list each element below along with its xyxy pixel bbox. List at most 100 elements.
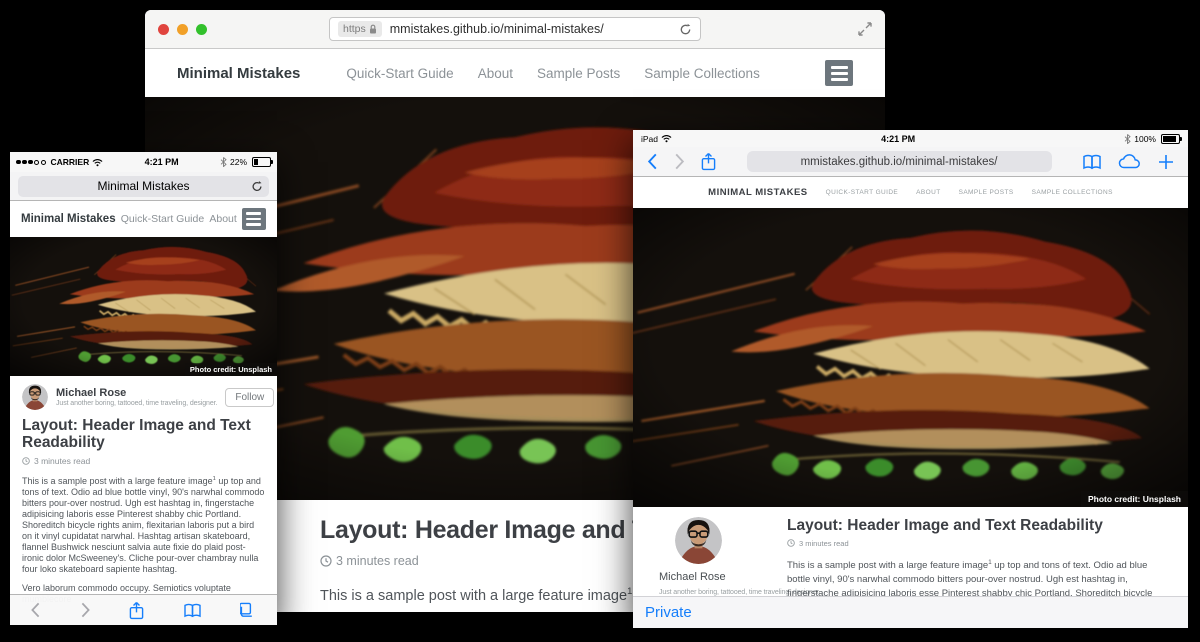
clock-icon [787, 539, 795, 547]
author-name: Michael Rose [56, 387, 217, 401]
battery-percent: 100% [1134, 134, 1156, 144]
safari-toolbar: mmistakes.github.io/minimal-mistakes/ [633, 147, 1188, 177]
battery-percent: 22% [230, 157, 247, 167]
paragraph-text: up top and tons of text. Odio ad blue bo… [22, 476, 264, 574]
address-bar[interactable]: mmistakes.github.io/minimal-mistakes/ [747, 151, 1052, 172]
safari-urlbar: Minimal Mistakes [10, 172, 277, 201]
zoom-window-button[interactable] [196, 24, 207, 35]
site-masthead: Minimal Mistakes Quick-Start Guide About [10, 201, 277, 237]
header-feature-image: Photo credit: Unsplash [633, 208, 1188, 507]
resize-arrows-icon[interactable] [858, 22, 872, 36]
article-paragraph: This is a sample post with a large featu… [22, 474, 265, 575]
bookmarks-icon[interactable] [1082, 154, 1102, 170]
iphone-status-bar: CARRIER 4:21 PM 22% [10, 152, 277, 172]
nav-link-about[interactable]: About [209, 213, 236, 225]
back-icon[interactable] [30, 602, 41, 618]
photo-credit-overlay: Photo credit: Unsplash [1081, 491, 1188, 507]
avatar [675, 517, 722, 564]
dried-leaves-photo [10, 237, 277, 376]
clock-icon [22, 457, 30, 465]
lock-icon [369, 24, 377, 34]
article-body: Michael Rose Just another boring, tattoo… [633, 507, 1188, 607]
nav-link-quick-start[interactable]: QUICK-START GUIDE [826, 189, 899, 196]
hamburger-menu-icon[interactable] [825, 60, 853, 86]
nav-link-sample-posts[interactable]: SAMPLE POSTS [959, 189, 1014, 196]
bluetooth-icon [220, 157, 227, 167]
article-body: Michael Rose Just another boring, tattoo… [10, 376, 277, 605]
https-badge: https [338, 21, 382, 37]
address-bar[interactable]: Minimal Mistakes [18, 176, 269, 197]
close-window-button[interactable] [158, 24, 169, 35]
wifi-icon [661, 134, 672, 143]
window-controls [158, 24, 207, 35]
site-title-link[interactable]: Minimal Mistakes [177, 65, 300, 82]
forward-icon[interactable] [674, 153, 685, 170]
nav-link-sample-posts[interactable]: Sample Posts [537, 66, 620, 81]
author-block: Michael Rose Just another boring, tattoo… [56, 387, 217, 408]
icloud-tabs-icon[interactable] [1118, 154, 1142, 170]
private-browsing-bar: Private [633, 596, 1188, 628]
status-time: 4:21 PM [106, 157, 217, 167]
battery-icon [252, 157, 271, 167]
site-title-link[interactable]: Minimal Mistakes [21, 213, 116, 225]
nav-link-about[interactable]: ABOUT [916, 189, 940, 196]
nav-link-sample-collections[interactable]: SAMPLE COLLECTIONS [1032, 189, 1113, 196]
author-bio: Just another boring, tattooed, time trav… [659, 589, 765, 596]
status-time: 4:21 PM [675, 134, 1121, 144]
site-nav-links: Quick-Start Guide About Sample Posts Sam… [346, 66, 759, 81]
bluetooth-icon [1124, 134, 1131, 144]
page-title-text: Minimal Mistakes [97, 179, 189, 193]
reload-icon[interactable] [251, 180, 263, 193]
author-name: Michael Rose [659, 571, 765, 585]
page-title: Layout: Header Image and Text Readabilit… [22, 417, 265, 452]
author-sidebar: Michael Rose Just another boring, tattoo… [659, 517, 765, 607]
header-feature-image: Photo credit: Unsplash [10, 237, 277, 376]
share-icon[interactable] [701, 152, 716, 171]
wifi-icon [92, 158, 103, 167]
follow-button[interactable]: Follow [225, 388, 274, 407]
author-row: Michael Rose Just another boring, tattoo… [22, 384, 265, 410]
avatar [22, 384, 48, 410]
site-masthead: MINIMAL MISTAKES QUICK-START GUIDE ABOUT… [633, 177, 1188, 208]
battery-icon [1161, 134, 1180, 144]
url-text: mmistakes.github.io/minimal-mistakes/ [801, 156, 998, 168]
site-title-link[interactable]: MINIMAL MISTAKES [708, 187, 807, 198]
https-label: https [343, 23, 366, 35]
nav-link-sample-collections[interactable]: Sample Collections [644, 66, 760, 81]
iphone-safari-window: CARRIER 4:21 PM 22% Minimal Mistakes Min… [10, 152, 277, 625]
forward-icon[interactable] [80, 602, 91, 618]
site-masthead: Minimal Mistakes Quick-Start Guide About… [145, 49, 885, 97]
back-icon[interactable] [647, 153, 658, 170]
bookmarks-icon[interactable] [183, 603, 202, 618]
read-time-text: 3 minutes read [336, 554, 419, 568]
carrier-label: CARRIER [51, 157, 90, 167]
browser-titlebar: https mmistakes.github.io/minimal-mistak… [145, 10, 885, 49]
nav-link-about[interactable]: About [478, 66, 513, 81]
dried-leaves-photo [633, 208, 1188, 507]
url-text: mmistakes.github.io/minimal-mistakes/ [390, 22, 604, 36]
nav-link-quick-start[interactable]: Quick-Start Guide [121, 213, 204, 225]
tabs-icon[interactable] [240, 602, 257, 619]
hamburger-menu-icon[interactable] [242, 208, 266, 230]
cell-signal-icon [16, 160, 46, 165]
share-icon[interactable] [129, 601, 144, 620]
clock-icon [320, 555, 332, 567]
safari-bottom-toolbar [10, 594, 277, 625]
read-time-text: 3 minutes read [34, 456, 90, 466]
ipad-status-bar: iPad 4:21 PM 100% [633, 130, 1188, 147]
paragraph-text: This is a sample post with a large featu… [787, 560, 988, 571]
new-tab-icon[interactable] [1158, 154, 1174, 170]
reload-icon[interactable] [679, 23, 692, 36]
nav-link-quick-start[interactable]: Quick-Start Guide [346, 66, 453, 81]
paragraph-text: This is a sample post with a large featu… [22, 476, 213, 486]
private-button[interactable]: Private [645, 604, 692, 621]
address-bar[interactable]: https mmistakes.github.io/minimal-mistak… [329, 17, 701, 41]
page-title: Layout: Header Image and Text Readabilit… [787, 517, 1170, 535]
paragraph-text: This is a sample post with a large featu… [320, 588, 627, 604]
read-time-text: 3 minutes read [799, 539, 849, 548]
read-time-meta: 3 minutes read [787, 539, 1170, 548]
minimize-window-button[interactable] [177, 24, 188, 35]
ipad-safari-window: iPad 4:21 PM 100% mmistakes.github.io/mi… [633, 130, 1188, 628]
read-time-meta: 3 minutes read [22, 456, 265, 466]
author-bio: Just another boring, tattooed, time trav… [56, 400, 217, 407]
